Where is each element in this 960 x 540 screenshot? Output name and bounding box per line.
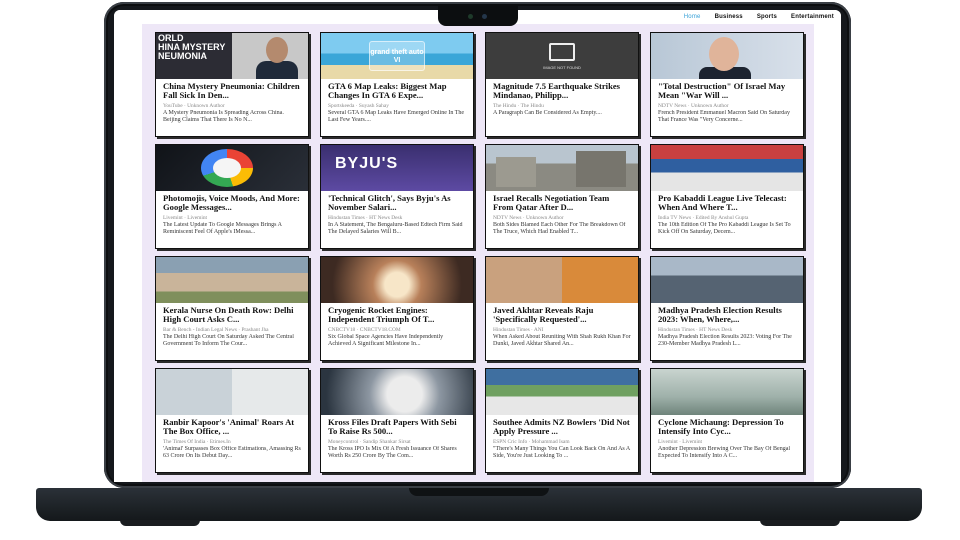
news-description: The Latest Update To Google Messages Bri…	[163, 222, 282, 235]
news-thumbnail[interactable]	[486, 145, 638, 191]
thumb-overlay-text: ORLD HINA MYSTERY NEUMONIA	[158, 33, 226, 61]
news-thumbnail[interactable]	[651, 145, 803, 191]
news-source: Hindustan Times · HT News Desk	[658, 326, 733, 333]
byjus-brand-text: BYJU'S	[335, 155, 399, 172]
gta-logo: grand theft auto VI	[369, 41, 425, 71]
image-placeholder-icon	[549, 43, 575, 61]
news-thumbnail[interactable]	[486, 257, 638, 303]
news-title[interactable]: GTA 6 Map Leaks: Biggest Map Changes In …	[328, 82, 466, 101]
sensor-icon	[482, 14, 487, 19]
news-thumbnail[interactable]: grand theft auto VI	[321, 33, 473, 79]
news-thumbnail[interactable]	[651, 257, 803, 303]
news-title[interactable]: Pro Kabaddi League Live Telecast: When A…	[658, 194, 796, 213]
news-description: The 10th Edition Of The Pro Kabaddi Leag…	[658, 222, 791, 235]
news-description: Madhya Pradesh Election Results 2023: Vo…	[658, 334, 792, 347]
news-source: Sportskeeda · Suyash Sahay	[328, 102, 389, 109]
news-title[interactable]: 'Technical Glitch', Says Byju's As Novem…	[328, 194, 466, 213]
news-card[interactable]: Cyclone Michaung: Depression To Intensif…	[650, 368, 804, 473]
news-thumbnail[interactable]	[156, 369, 308, 415]
news-source: Hindustan Times · HT News Desk	[328, 214, 403, 221]
news-title[interactable]: Israel Recalls Negotiation Team From Qat…	[493, 194, 631, 213]
laptop-foot-right	[760, 520, 840, 526]
news-description: The Delhi High Court On Saturday Asked T…	[163, 334, 294, 347]
news-card[interactable]: ORLD HINA MYSTERY NEUMONIA China Mystery …	[155, 32, 309, 137]
news-card[interactable]: "Total Destruction" Of Israel May Mean "…	[650, 32, 804, 137]
news-source: NDTV News · Unknown Author	[658, 102, 729, 109]
nav-business[interactable]: Business	[715, 14, 743, 20]
news-thumbnail[interactable]: BYJU'S	[321, 145, 473, 191]
news-description: "There's Many Things You Can Look Back O…	[493, 446, 630, 459]
news-source: Bar & Bench - Indian Legal News · Prasha…	[163, 326, 269, 333]
news-source: NDTV News · Unknown Author	[493, 214, 564, 221]
news-thumbnail[interactable]	[486, 369, 638, 415]
news-source: Hindustan Times · ANI	[493, 326, 544, 333]
news-thumbnail[interactable]	[651, 33, 803, 79]
news-description: Both Sides Blamed Each Other For The Bre…	[493, 222, 626, 235]
news-card[interactable]: Pro Kabaddi League Live Telecast: When A…	[650, 144, 804, 249]
camera-notch	[438, 6, 518, 26]
laptop-foot-left	[120, 520, 200, 526]
news-description: The Kross IPO Is Mix Of A Fresh Issuance…	[328, 446, 457, 459]
news-title[interactable]: China Mystery Pneumonia: Children Fall S…	[163, 82, 301, 101]
news-title[interactable]: Kross Files Draft Papers With Sebi To Ra…	[328, 418, 466, 437]
camera-icon	[468, 14, 473, 19]
news-description: French President Emmanuel Macron Said On…	[658, 110, 790, 123]
google-logo-icon	[201, 149, 253, 187]
news-title[interactable]: Magnitude 7.5 Earthquake Strikes Mindana…	[493, 82, 631, 101]
news-title[interactable]: "Total Destruction" Of Israel May Mean "…	[658, 82, 796, 101]
news-thumbnail[interactable]	[156, 257, 308, 303]
news-card[interactable]: Ranbir Kapoor's 'Animal' Roars At The Bo…	[155, 368, 309, 473]
news-thumbnail[interactable]	[321, 369, 473, 415]
news-title[interactable]: Javed Akhtar Reveals Raju 'Specifically …	[493, 306, 631, 325]
news-source: The Hindu · The Hindu	[493, 102, 544, 109]
news-card[interactable]: Israel Recalls Negotiation Team From Qat…	[485, 144, 639, 249]
news-card[interactable]: grand theft auto VI GTA 6 Map Leaks: Bigg…	[320, 32, 474, 137]
news-thumbnail[interactable]	[156, 145, 308, 191]
news-card[interactable]: Southee Admits NZ Bowlers 'Did Not Apply…	[485, 368, 639, 473]
laptop-screen: Home Business Sports Entertainment ORLD …	[114, 10, 841, 482]
news-source: India TV News · Edited By Anshul Gupta	[658, 214, 749, 221]
laptop-base-notch	[409, 488, 549, 496]
news-source: Moneycontrol · Sandip Shankar Sirsat	[328, 438, 411, 445]
news-source: ESPN Cric Info · Mohammad Isam	[493, 438, 570, 445]
news-card[interactable]: Photomojis, Voice Moods, And More: Googl…	[155, 144, 309, 249]
news-description: Another Depression Brewing Over The Bay …	[658, 446, 791, 459]
news-title[interactable]: Southee Admits NZ Bowlers 'Did Not Apply…	[493, 418, 631, 437]
news-description: Six Global Space Agencies Have Independe…	[328, 334, 444, 347]
news-panel: ORLD HINA MYSTERY NEUMONIA China Mystery …	[142, 24, 814, 482]
news-description: A Mystery Pneumonia Is Spreading Across …	[163, 110, 284, 123]
news-card[interactable]: Cryogenic Rocket Engines: Independent Tr…	[320, 256, 474, 361]
news-card[interactable]: BYJU'S 'Technical Glitch', Says Byju's As…	[320, 144, 474, 249]
news-title[interactable]: Cryogenic Rocket Engines: Independent Tr…	[328, 306, 466, 325]
news-source: The Times Of India · Etimes.In	[163, 438, 231, 445]
news-thumbnail[interactable]: ORLD HINA MYSTERY NEUMONIA	[156, 33, 308, 79]
news-thumbnail[interactable]	[321, 257, 473, 303]
news-description: In A Statement, The Bengaluru-Based Edte…	[328, 222, 463, 235]
news-card[interactable]: Kerala Nurse On Death Row: Delhi High Co…	[155, 256, 309, 361]
news-description: Several GTA 6 Map Leaks Have Emerged Onl…	[328, 110, 465, 123]
news-thumbnail[interactable]: IMAGE NOT FOUND	[486, 33, 638, 79]
news-source: CNBCTV18 · CNBCTV18.COM	[328, 326, 401, 333]
news-card[interactable]: IMAGE NOT FOUND Magnitude 7.5 Earthquake …	[485, 32, 639, 137]
nav-entertainment[interactable]: Entertainment	[791, 14, 834, 20]
news-description: 'Animal' Surpasses Box Office Estimation…	[163, 446, 301, 459]
news-title[interactable]: Madhya Pradesh Election Results 2023: Wh…	[658, 306, 796, 325]
news-thumbnail[interactable]	[651, 369, 803, 415]
news-description: A Paragraph Can Be Considered As Empty..…	[493, 110, 602, 117]
news-card[interactable]: Madhya Pradesh Election Results 2023: Wh…	[650, 256, 804, 361]
news-card[interactable]: Javed Akhtar Reveals Raju 'Specifically …	[485, 256, 639, 361]
news-title[interactable]: Cyclone Michaung: Depression To Intensif…	[658, 418, 796, 437]
news-source: YouTube · Unknown Author	[163, 102, 225, 109]
news-card[interactable]: Kross Files Draft Papers With Sebi To Ra…	[320, 368, 474, 473]
news-title[interactable]: Photomojis, Voice Moods, And More: Googl…	[163, 194, 301, 213]
news-title[interactable]: Kerala Nurse On Death Row: Delhi High Co…	[163, 306, 301, 325]
news-description: When Asked About Reuniting With Shah Ruk…	[493, 334, 631, 347]
image-not-found-label: IMAGE NOT FOUND	[543, 65, 581, 70]
news-title[interactable]: Ranbir Kapoor's 'Animal' Roars At The Bo…	[163, 418, 301, 437]
nav-sports[interactable]: Sports	[757, 14, 777, 20]
news-source: Livemint · Livemint	[163, 214, 208, 221]
news-source: Livemint · Livemint	[658, 438, 703, 445]
nav-home[interactable]: Home	[684, 14, 701, 20]
